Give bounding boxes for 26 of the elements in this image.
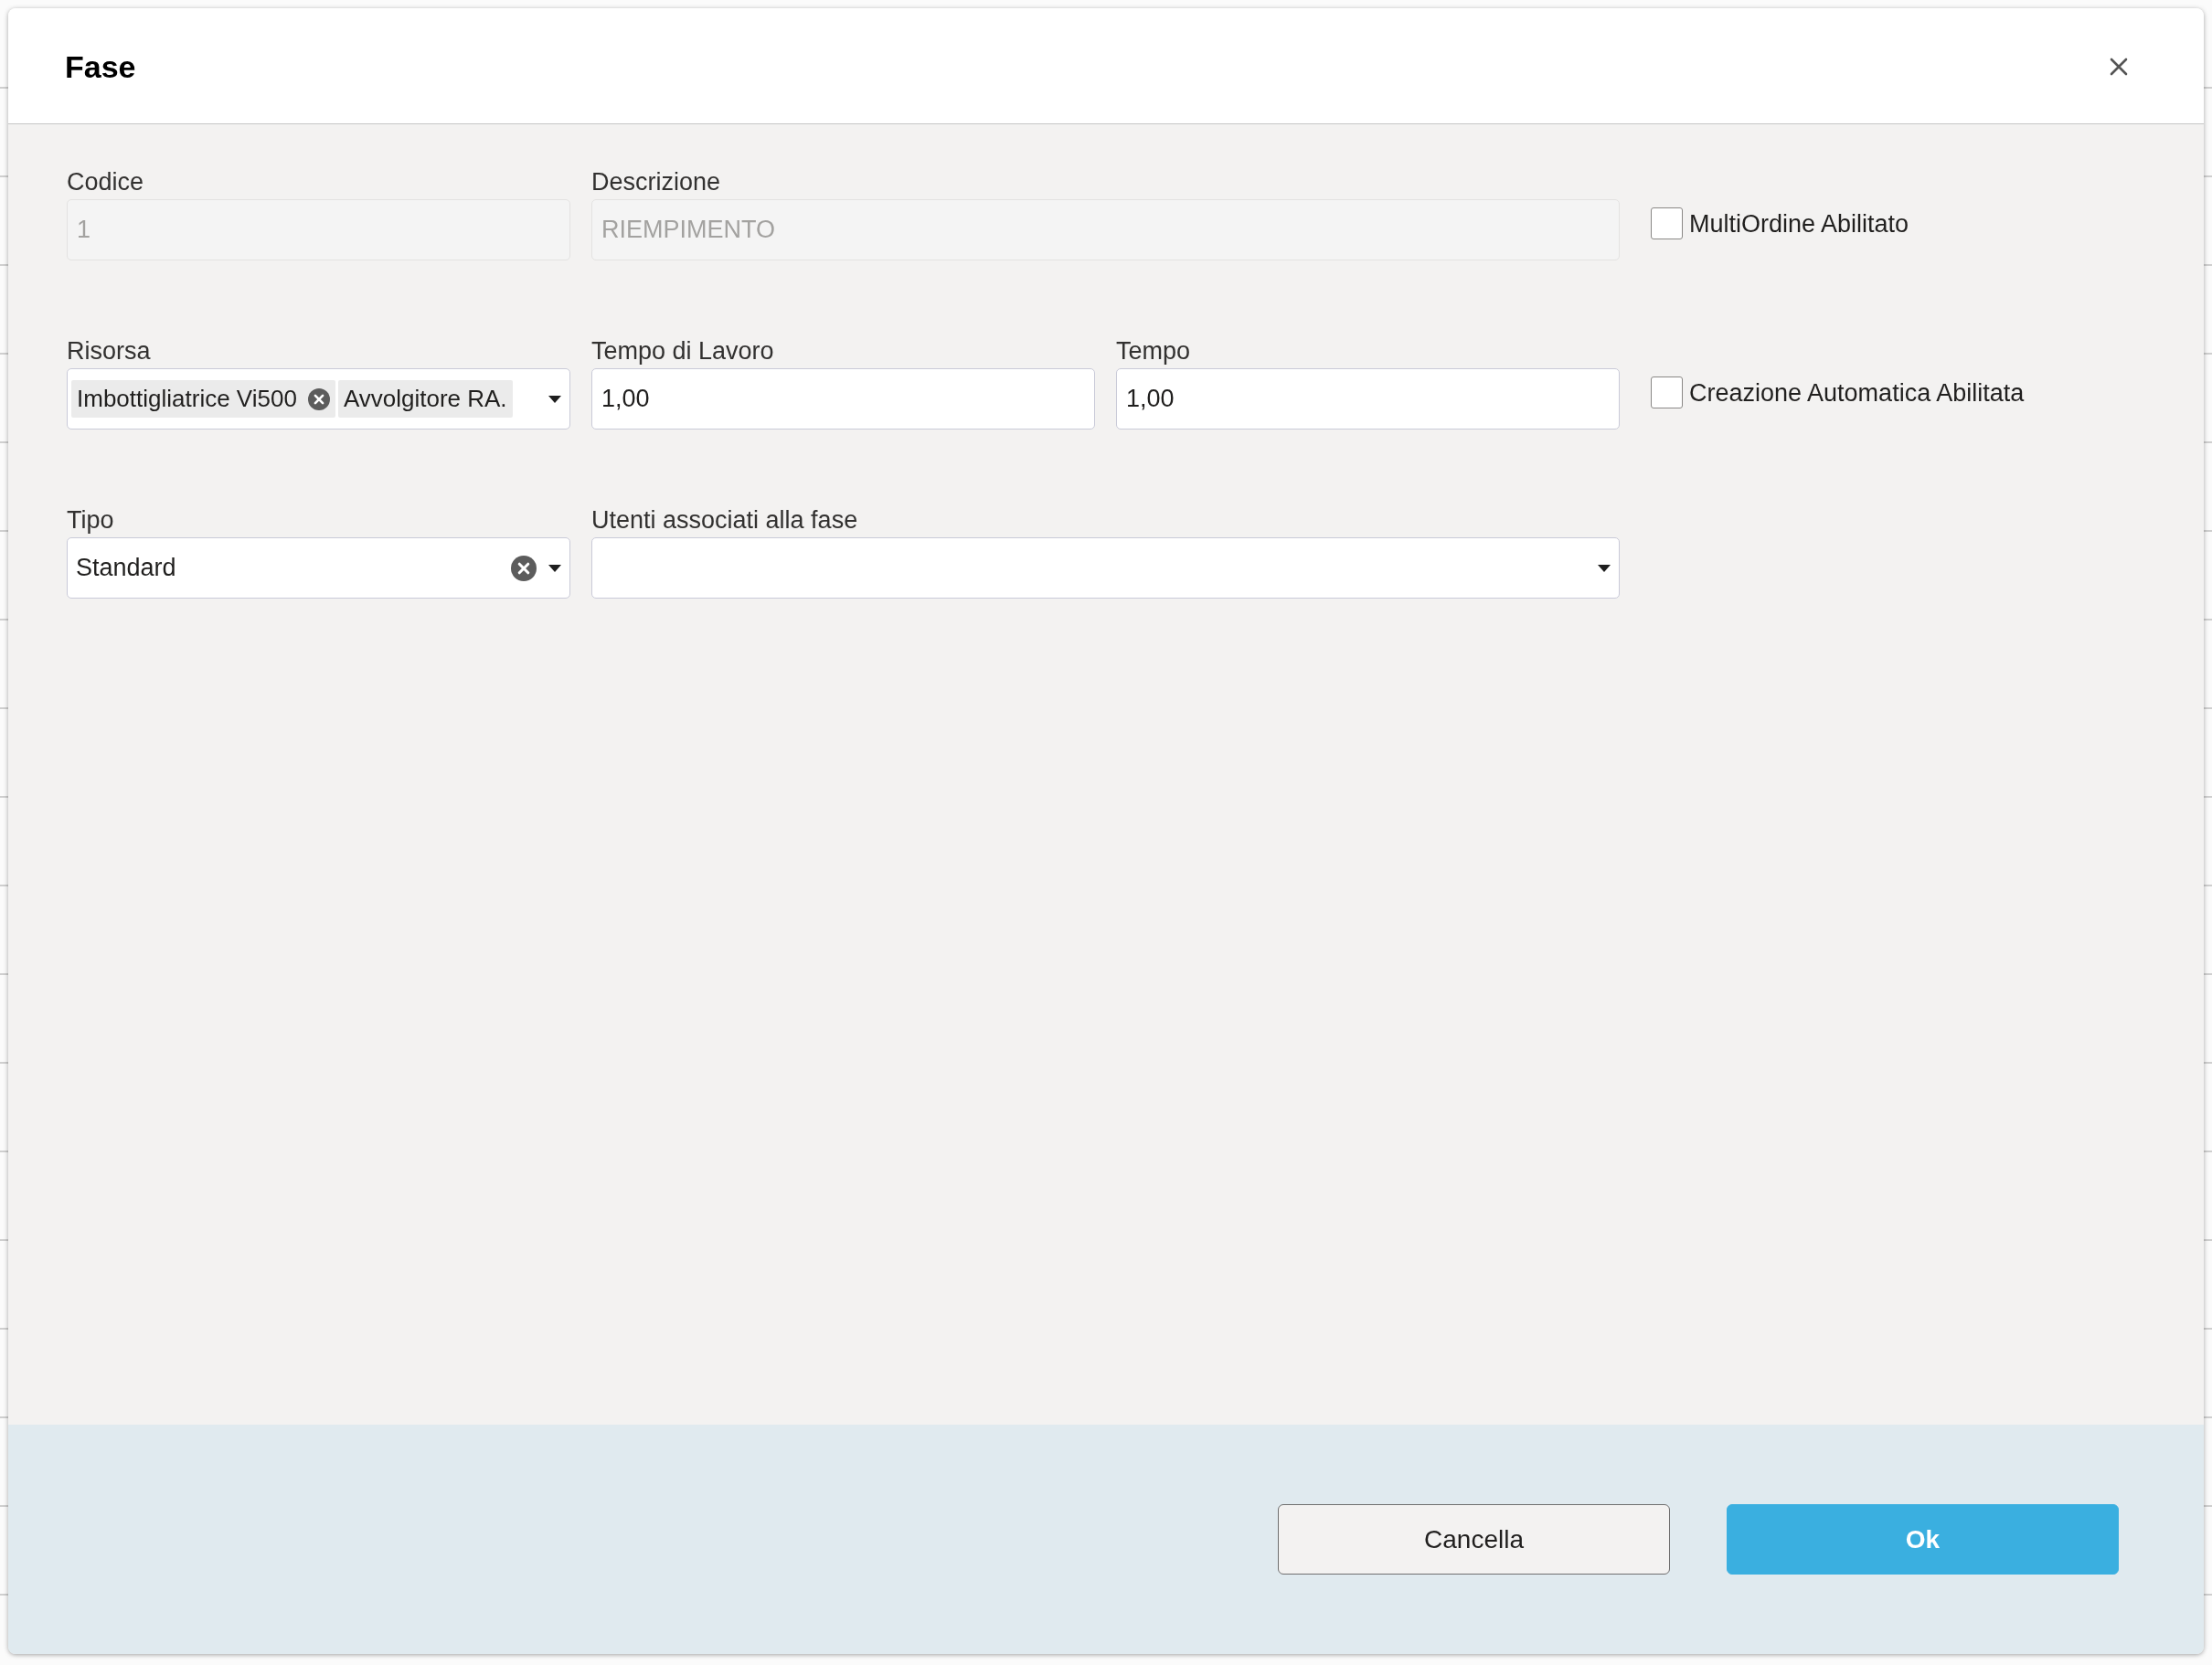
- dropdown-field[interactable]: Standard: [67, 537, 570, 599]
- field-label: Tempo: [1116, 336, 1191, 366]
- dialog-title: Fase: [65, 48, 136, 85]
- text-field[interactable]: 1,00: [1116, 368, 1620, 430]
- field-label: Tempo di Lavoro: [591, 336, 774, 366]
- clear-icon[interactable]: [307, 387, 330, 410]
- checkbox-label: Creazione Automatica Abilitata: [1689, 377, 2025, 408]
- caret-icon[interactable]: [1598, 564, 1611, 572]
- checkbox-label: MultiOrdine Abilitato: [1689, 208, 1909, 239]
- tag-label: Imbottigliatrice Vi500: [77, 385, 297, 413]
- cancel-button[interactable]: Cancella: [1278, 1504, 1670, 1575]
- field-label: Risorsa: [67, 336, 151, 366]
- field-label: Tipo: [67, 505, 114, 536]
- clear-icon[interactable]: [511, 555, 537, 581]
- checkbox[interactable]: [1651, 207, 1683, 239]
- caret-icon[interactable]: [548, 395, 561, 403]
- close-icon[interactable]: [2110, 58, 2128, 76]
- text-field[interactable]: 1,00: [591, 368, 1095, 430]
- checkbox[interactable]: [1651, 376, 1683, 408]
- field-label: Codice: [67, 167, 144, 197]
- caret-icon[interactable]: [548, 564, 561, 572]
- multiselect-field[interactable]: Imbottigliatrice Vi500 Avvolgitore RA.: [67, 368, 570, 430]
- dropdown-field[interactable]: [591, 537, 1620, 599]
- tag-label: Avvolgitore RA.: [343, 385, 507, 413]
- field-label: Utenti associati alla fase: [591, 505, 858, 536]
- field-label: Descrizione: [591, 167, 721, 197]
